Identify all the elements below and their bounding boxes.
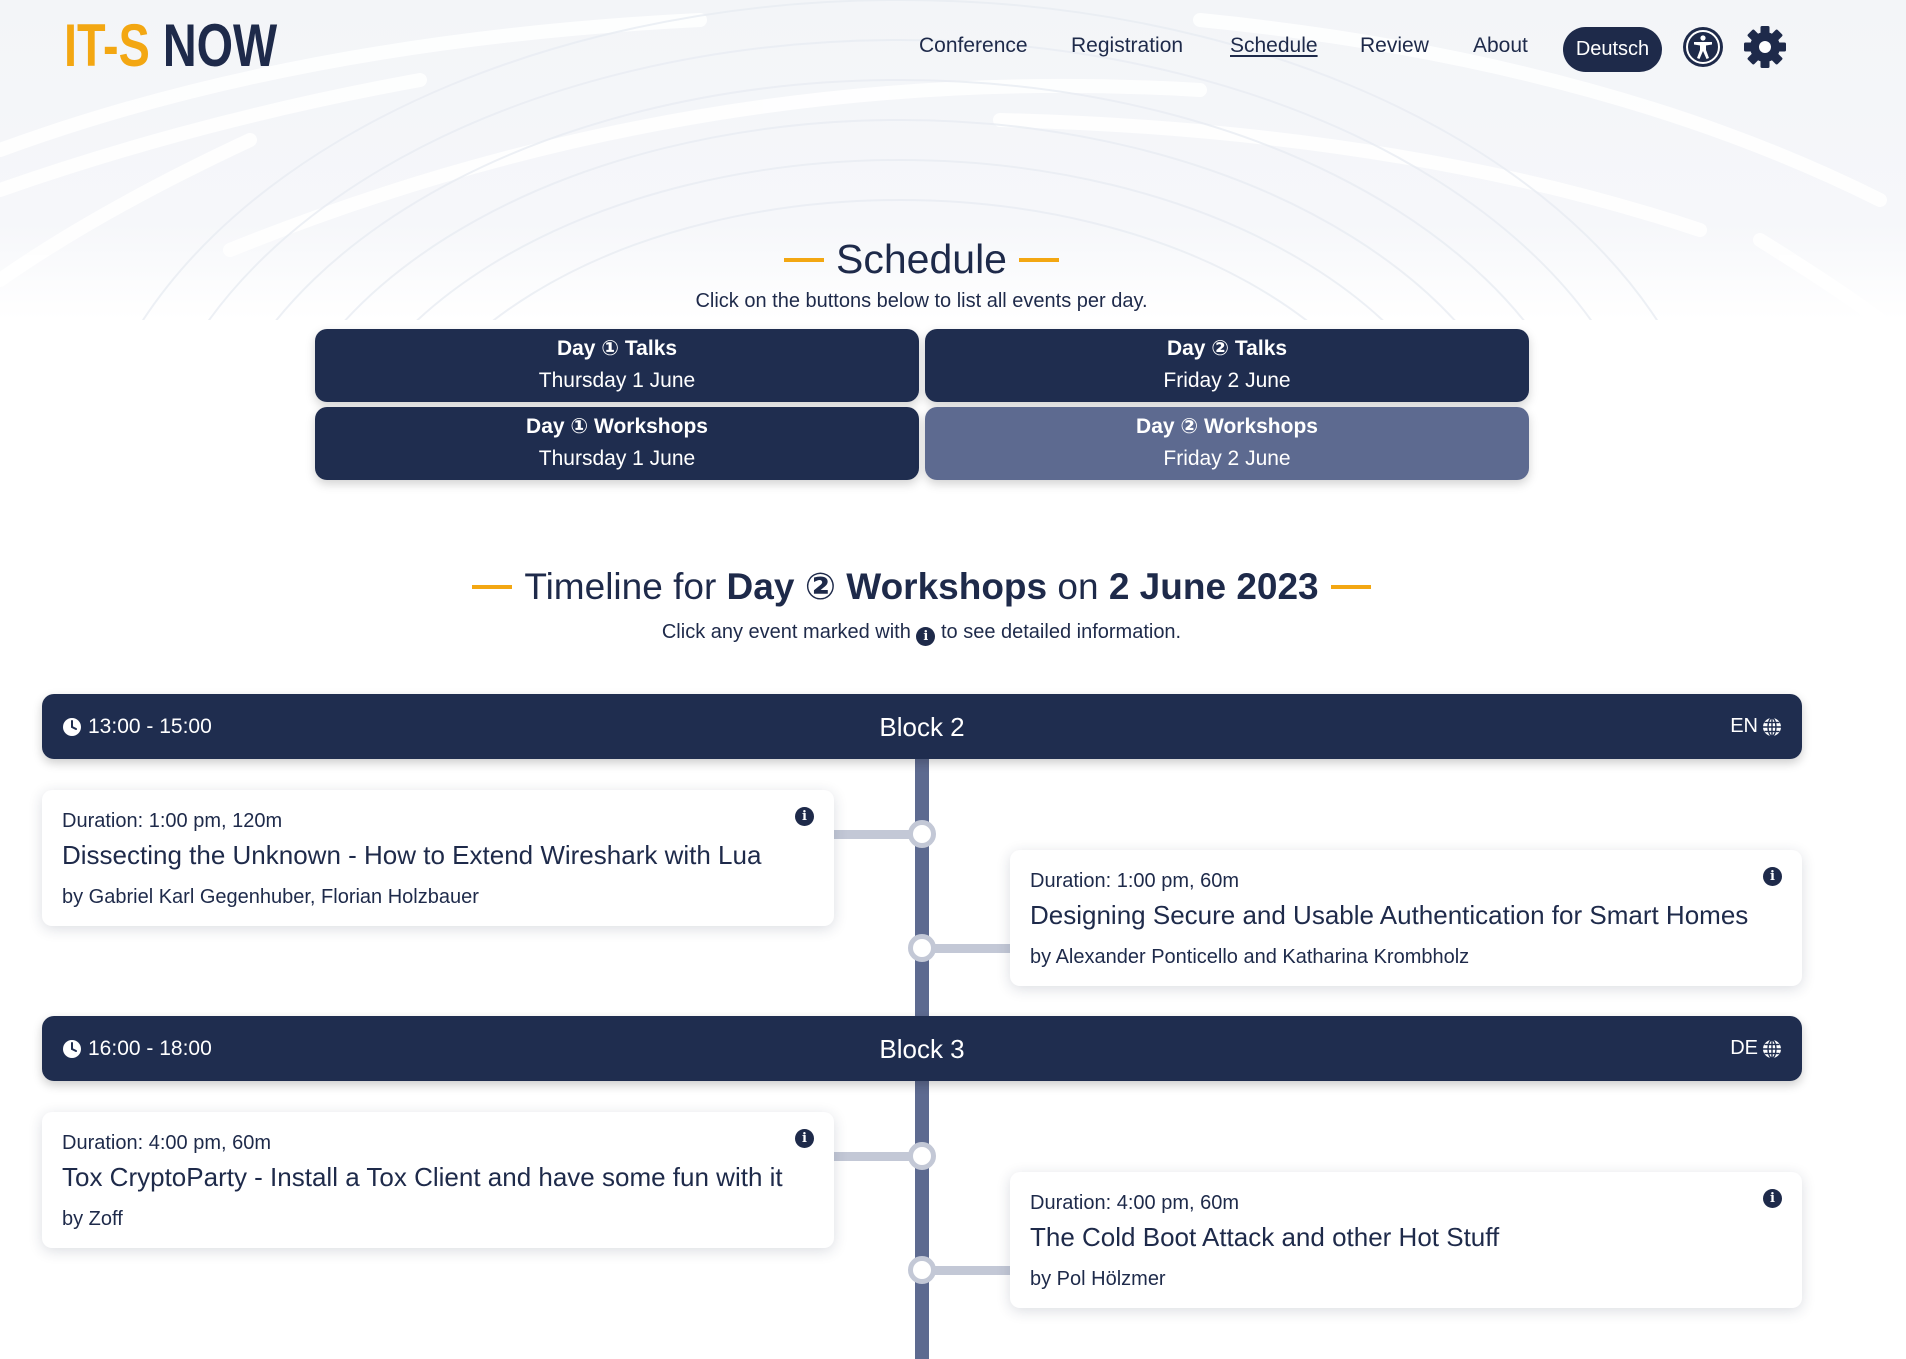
event-duration: Duration: 4:00 pm, 60m	[62, 1132, 271, 1154]
timeline-node	[908, 1256, 936, 1284]
globe-icon	[1763, 716, 1781, 737]
event-speakers: by Zoff	[62, 1208, 123, 1230]
accessibility-icon[interactable]	[1681, 25, 1725, 69]
nav-conference[interactable]: Conference	[919, 34, 1028, 58]
event-speakers: by Pol Hölzmer	[1030, 1268, 1166, 1290]
schedule-subtitle: Click on the buttons below to list all e…	[695, 290, 1148, 312]
block-language: EN	[1730, 715, 1782, 738]
nav-registration[interactable]: Registration	[1071, 34, 1183, 58]
day1-workshops-button[interactable]: Day ① Workshops Thursday 1 June	[315, 407, 919, 480]
nav-review[interactable]: Review	[1360, 34, 1429, 58]
day-button-label: Day ① Talks	[556, 337, 678, 360]
day-button-date: Thursday 1 June	[538, 369, 696, 392]
day2-workshops-button[interactable]: Day ② Workshops Friday 2 June	[925, 407, 1529, 480]
info-icon[interactable]: i	[1763, 1189, 1782, 1208]
timeline-subtitle-before: Click any event marked with	[661, 621, 911, 643]
event-duration: Duration: 1:00 pm, 120m	[62, 810, 283, 832]
heading-dash-left	[472, 585, 513, 590]
timeline-subtitle-after: to see detailed information.	[940, 621, 1182, 643]
language-switch-button[interactable]: Deutsch	[1563, 27, 1662, 72]
day-button-label: Day ② Talks	[1166, 337, 1288, 360]
event-title: Dissecting the Unknown - How to Extend W…	[62, 840, 762, 870]
timeline-heading: Timeline for Day ② Workshops on 2 June 2…	[0, 565, 1843, 608]
event-duration: Duration: 1:00 pm, 60m	[1030, 870, 1239, 892]
event-title: Designing Secure and Usable Authenticati…	[1030, 900, 1749, 930]
heading-dash-left	[784, 258, 825, 263]
heading-dash-right	[1330, 585, 1371, 590]
schedule-heading: Schedule	[0, 236, 1843, 283]
timeline-subtitle: Click any event marked with i to see det…	[0, 621, 1843, 646]
timeline-node	[908, 820, 936, 848]
day-button-date: Thursday 1 June	[538, 447, 696, 470]
event-speakers: by Gabriel Karl Gegenhuber, Florian Holz…	[62, 886, 479, 908]
day-button-label: Day ② Workshops	[1136, 415, 1318, 438]
event-card[interactable]: Duration: 4:00 pm, 60m Tox CryptoParty -…	[42, 1112, 834, 1248]
event-speakers: by Alexander Ponticello and Katharina Kr…	[1030, 946, 1470, 968]
event-card[interactable]: Duration: 4:00 pm, 60m The Cold Boot Att…	[1010, 1172, 1802, 1308]
timeline-title-prefix: Timeline for	[524, 566, 717, 607]
gear-icon[interactable]	[1743, 25, 1787, 69]
nav-about[interactable]: About	[1473, 34, 1528, 58]
nav-schedule[interactable]: Schedule	[1230, 34, 1318, 58]
event-duration: Duration: 4:00 pm, 60m	[1030, 1192, 1239, 1214]
timeline-title-date: 2 June 2023	[1108, 566, 1319, 607]
timeline-node	[908, 1142, 936, 1170]
info-icon[interactable]: i	[1763, 867, 1782, 886]
event-title: The Cold Boot Attack and other Hot Stuff	[1030, 1222, 1500, 1252]
schedule-title: Schedule	[836, 236, 1007, 282]
block-language-code: DE	[1730, 1037, 1758, 1059]
timeline-title-day: Day ② Workshops	[726, 566, 1048, 607]
info-icon[interactable]: i	[795, 1129, 814, 1148]
block-name: Block 3	[879, 1034, 965, 1064]
info-icon: i	[916, 627, 936, 646]
day2-talks-button[interactable]: Day ② Talks Friday 2 June	[925, 329, 1529, 402]
block-language-code: EN	[1730, 715, 1758, 737]
event-title: Tox CryptoParty - Install a Tox Client a…	[62, 1162, 783, 1192]
day-button-label: Day ① Workshops	[526, 415, 708, 438]
globe-icon	[1763, 1038, 1781, 1059]
heading-dash-right	[1018, 258, 1059, 263]
day-button-date: Friday 2 June	[1163, 369, 1291, 392]
timeline-node	[908, 934, 936, 962]
info-icon[interactable]: i	[795, 807, 814, 826]
block-header: 13:00 - 15:00 Block 2 EN	[42, 694, 1802, 759]
block-name: Block 2	[879, 712, 965, 742]
day1-talks-button[interactable]: Day ① Talks Thursday 1 June	[315, 329, 919, 402]
event-card[interactable]: Duration: 1:00 pm, 60m Designing Secure …	[1010, 850, 1802, 986]
event-card[interactable]: Duration: 1:00 pm, 120m Dissecting the U…	[42, 790, 834, 926]
block-language: DE	[1730, 1037, 1782, 1060]
block-header: 16:00 - 18:00 Block 3 DE	[42, 1016, 1802, 1081]
day-button-date: Friday 2 June	[1163, 447, 1291, 470]
timeline-title-on: on	[1057, 566, 1099, 607]
